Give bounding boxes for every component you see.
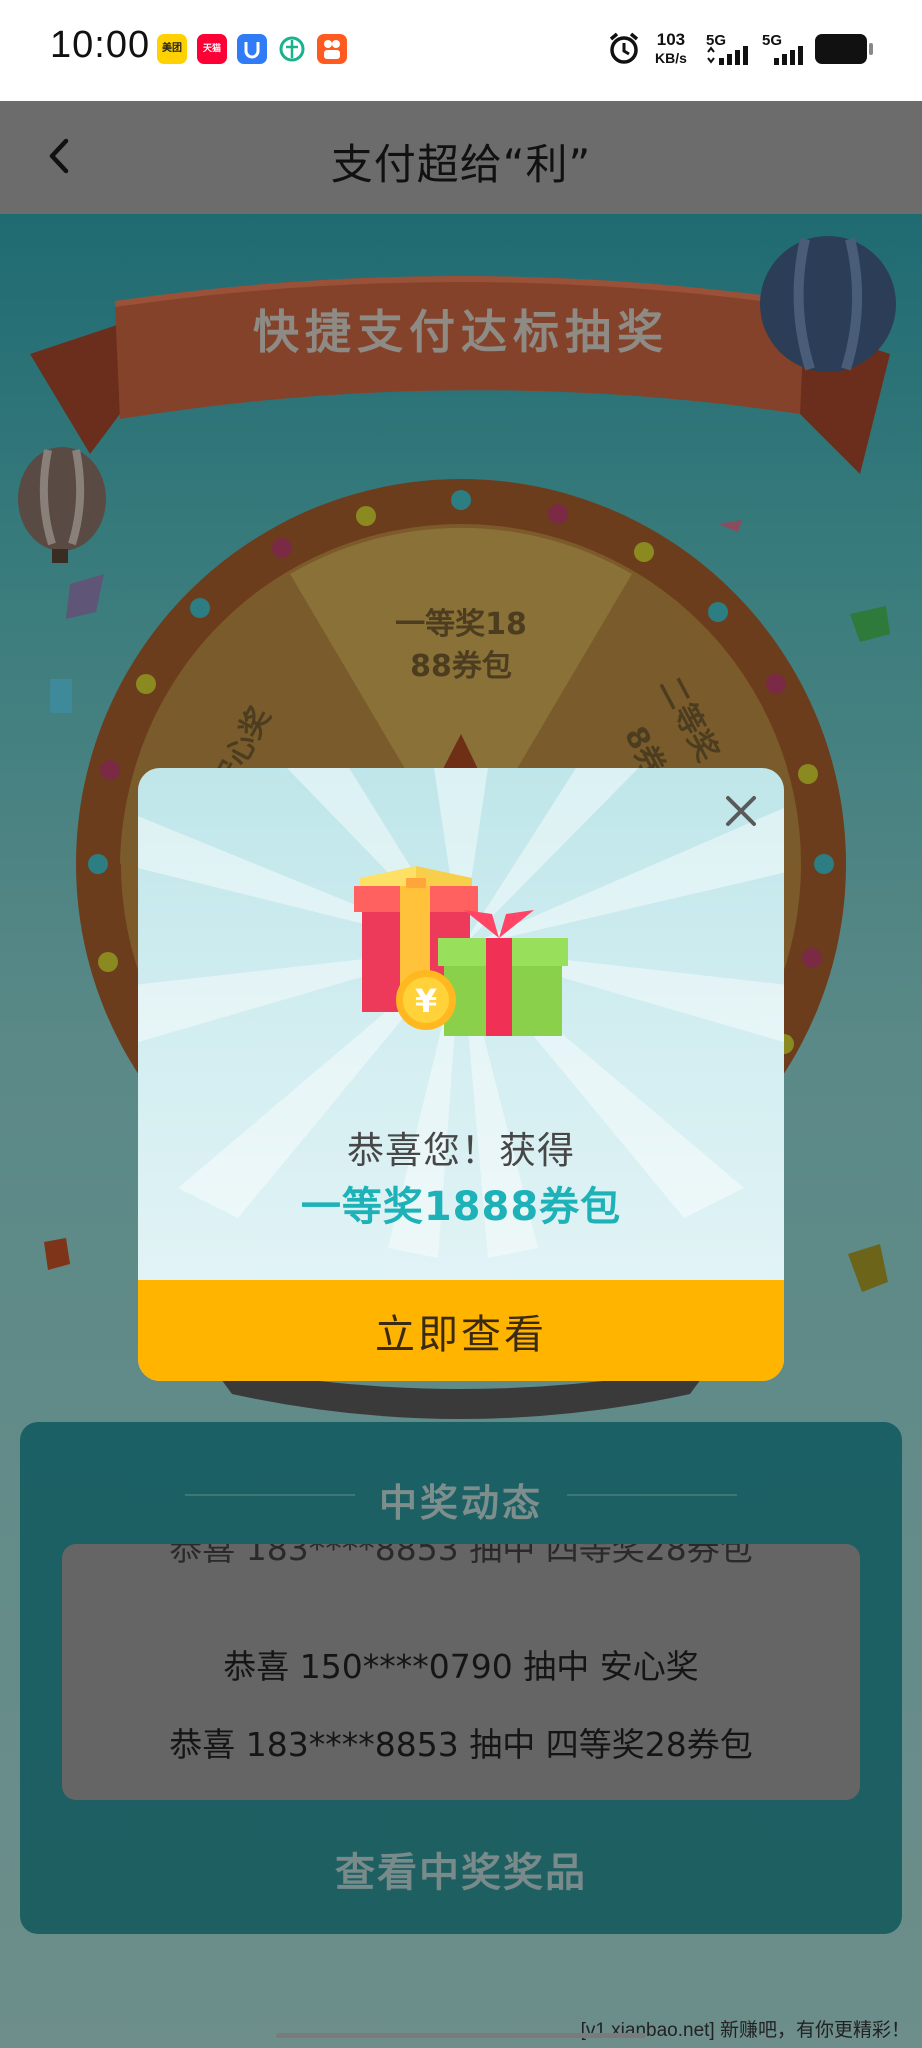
nav-bar: 支付超给“利” xyxy=(0,101,922,214)
winner-row: 恭喜 183****8853 抽中 四等奖28券包 xyxy=(169,1725,753,1764)
congrats-text: 恭喜您！获得 xyxy=(347,1129,575,1172)
network-speed-unit: KB/s xyxy=(655,50,687,66)
network-speed-value: 103 xyxy=(656,30,686,49)
baidu-netdisk-app-icon xyxy=(237,34,267,64)
green-app-icon xyxy=(277,34,307,64)
page-title: 支付超给“利” xyxy=(330,140,592,189)
banner-title: 快捷支付达标抽奖 xyxy=(253,305,669,359)
winner-row: 恭喜 150****0790 抽中 安心奖 xyxy=(223,1647,699,1686)
winners-list[interactable]: 恭喜 183****8853 抽中 四等奖28券包 恭喜 150****0790… xyxy=(62,1544,860,1800)
network-speed: 103 KB/s xyxy=(655,30,687,68)
status-bar: 10:00 美团 天猫 103 KB/s 5G 5G xyxy=(0,0,922,101)
home-indicator[interactable] xyxy=(276,2033,646,2038)
winners-title: 中奖动态 xyxy=(378,1481,543,1525)
winner-row-partial: 恭喜 183****8853 抽中 四等奖28券包 xyxy=(169,1544,753,1568)
status-time: 10:00 xyxy=(50,24,151,66)
prize-text: 一等奖1888券包 xyxy=(300,1184,622,1230)
signal-2-icon xyxy=(770,44,810,70)
wheel-label-first-2: 88券包 xyxy=(410,649,512,684)
meituan-app-icon: 美团 xyxy=(157,34,187,64)
prize-modal: ¥ 恭喜您！获得 一等奖1888券包 立即查看 xyxy=(138,768,784,1381)
kuaishou-app-icon xyxy=(317,34,347,64)
close-icon[interactable] xyxy=(720,790,762,832)
winners-section: 中奖动态 恭喜 183****8853 抽中 四等奖28券包 恭喜 150***… xyxy=(20,1422,902,1934)
view-now-button[interactable]: 立即查看 xyxy=(138,1280,784,1381)
gift-box-icon: ¥ xyxy=(354,866,568,1036)
wheel-label-first-1: 一等奖18 xyxy=(395,607,527,642)
svg-text:¥: ¥ xyxy=(415,982,437,1020)
alarm-icon xyxy=(606,30,642,70)
view-prizes-link[interactable]: 查看中奖奖品 xyxy=(20,1840,902,1898)
tmall-app-icon: 天猫 xyxy=(197,34,227,64)
balloon-left-icon xyxy=(18,447,106,563)
battery-icon xyxy=(815,34,873,64)
signal-1-icon xyxy=(705,44,755,70)
